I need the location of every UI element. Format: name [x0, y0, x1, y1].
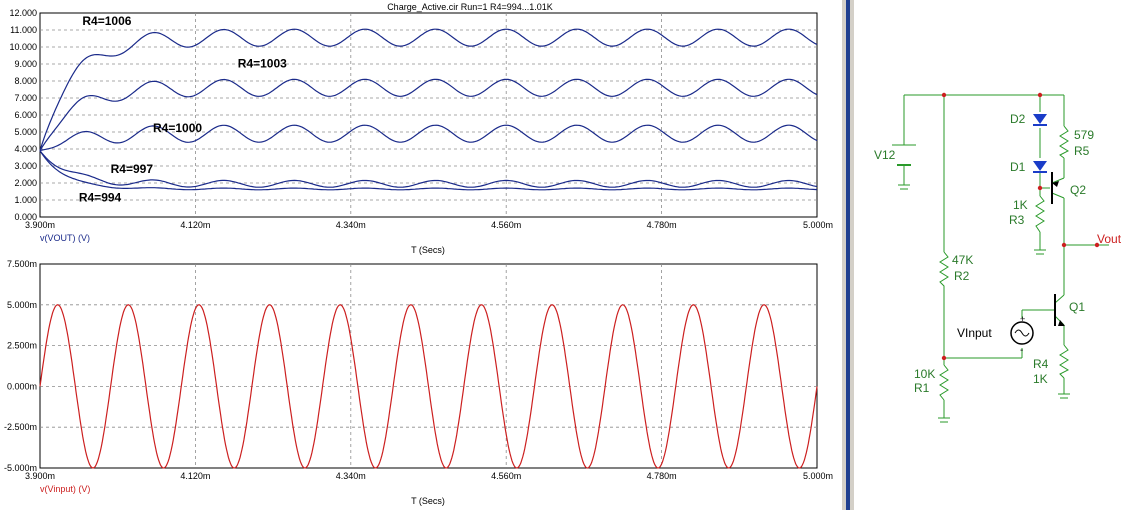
series-annotation: R4=994 [79, 191, 122, 205]
y-tick-label: 8.000 [14, 76, 37, 86]
vinput-label: VInput [957, 326, 992, 340]
y-tick-label: 1.000 [14, 195, 37, 205]
r3-label: R3 [1009, 213, 1025, 227]
r4-label: R4 [1033, 357, 1049, 371]
vout-label: Vout [1097, 232, 1122, 246]
r3-value: 1K [1013, 198, 1028, 212]
window-title: Charge_Active.cir Run=1 R4=994...1.01K [387, 2, 553, 12]
r4-resistor[interactable] [1059, 344, 1070, 379]
x-tick-label: 4.780m [647, 471, 677, 481]
v12-source[interactable] [892, 144, 916, 166]
x-tick-label: 3.900m [25, 220, 55, 230]
y-tick-label: 7.500m [7, 259, 37, 269]
series-annotation: R4=1000 [153, 121, 202, 135]
r5-value: 579 [1074, 128, 1094, 142]
y-tick-label: 5.000 [14, 127, 37, 137]
r1-label: R1 [914, 381, 930, 395]
vinput-plus: + [1020, 314, 1025, 324]
d2-label: D2 [1010, 112, 1026, 126]
vout-plot[interactable]: 0.0001.0002.0003.0004.0005.0006.0007.000… [9, 8, 833, 255]
x-tick-label: 4.560m [491, 220, 521, 230]
y-tick-label: -2.500m [4, 422, 37, 432]
vinput-plot-frame [39, 263, 818, 469]
r5-label: R5 [1074, 144, 1090, 158]
y-tick-label: 9.000 [14, 59, 37, 69]
vinput-trace-label[interactable]: v(Vinput) (V) [40, 484, 90, 494]
r2-value: 47K [952, 253, 973, 267]
r2-resistor[interactable] [939, 251, 949, 290]
x-tick-label: 4.340m [336, 220, 366, 230]
y-tick-label: 12.000 [9, 8, 37, 18]
y-tick-label: 4.000 [14, 144, 37, 154]
x-tick-label: 4.120m [180, 220, 210, 230]
schematic-panel[interactable]: V12 D2 D1 579 R5 Q2 1K R3 Vout 47K R2 Q1… [854, 0, 1133, 510]
r3-resistor[interactable] [1035, 195, 1045, 233]
d2-diode[interactable] [1033, 114, 1047, 126]
r2-label: R2 [954, 269, 970, 283]
y-tick-label: 0.000m [7, 381, 37, 391]
y-tick-label: 2.500m [7, 341, 37, 351]
d1-triangle [1033, 161, 1047, 171]
v12-label: V12 [874, 148, 896, 162]
series-annotation: R4=1006 [82, 14, 131, 28]
d1-label: D1 [1010, 160, 1026, 174]
y-tick-label: 6.000 [14, 110, 37, 120]
vout-y-tick-labels: 0.0001.0002.0003.0004.0005.0006.0007.000… [9, 8, 37, 222]
plot-area: Charge_Active.cir Run=1 R4=994...1.01K 0… [0, 0, 842, 510]
splitter-bar [846, 0, 850, 510]
q1-emitter-arrow [1058, 320, 1065, 326]
vinput-xlabel: T (Secs) [411, 496, 445, 506]
y-tick-label: 7.000 [14, 93, 37, 103]
schematic-canvas: V12 D2 D1 579 R5 Q2 1K R3 Vout 47K R2 Q1… [874, 92, 1122, 423]
d2-triangle [1033, 114, 1047, 124]
vout-trace-label[interactable]: v(VOUT) (V) [40, 233, 90, 243]
r5-resistor[interactable] [1059, 125, 1070, 159]
vinput-minus: - [1020, 345, 1023, 356]
y-tick-label: 10.000 [9, 42, 37, 52]
x-tick-label: 4.340m [336, 471, 366, 481]
r1-resistor[interactable] [939, 364, 949, 401]
d1-diode[interactable] [1033, 161, 1047, 173]
y-tick-label: 2.000 [14, 178, 37, 188]
r4-value: 1K [1033, 372, 1048, 386]
vout-x-tick-labels: 3.900m 4.120m 4.340m 4.560m 4.780m 5.000m [25, 220, 833, 230]
vinput-y-tick-labels: -5.000m-2.500m0.000m2.500m5.000m7.500m [4, 259, 37, 473]
y-tick-label: 3.000 [14, 161, 37, 171]
vinput-plot[interactable]: -5.000m-2.500m0.000m2.500m5.000m7.500m 3… [4, 259, 833, 506]
vinput-x-tick-labels: 3.900m 4.120m 4.340m 4.560m 4.780m 5.000m [25, 471, 833, 481]
vout-xlabel: T (Secs) [411, 245, 445, 255]
r1-value: 10K [914, 367, 935, 381]
y-tick-label: 11.000 [10, 25, 37, 35]
vinput-source[interactable] [1010, 321, 1034, 345]
panel-splitter[interactable] [842, 0, 854, 510]
q1-label: Q1 [1069, 300, 1085, 314]
y-tick-label: 5.000m [7, 300, 37, 310]
series-annotation: R4=1003 [238, 56, 287, 70]
x-tick-label: 3.900m [25, 471, 55, 481]
q2-label: Q2 [1070, 183, 1086, 197]
x-tick-label: 4.120m [180, 471, 210, 481]
plot-canvas: Charge_Active.cir Run=1 R4=994...1.01K 0… [4, 2, 833, 506]
x-tick-label: 5.000m [803, 471, 833, 481]
x-tick-label: 4.560m [491, 471, 521, 481]
series-annotation: R4=997 [111, 162, 154, 176]
x-tick-label: 5.000m [803, 220, 833, 230]
x-tick-label: 4.780m [647, 220, 677, 230]
